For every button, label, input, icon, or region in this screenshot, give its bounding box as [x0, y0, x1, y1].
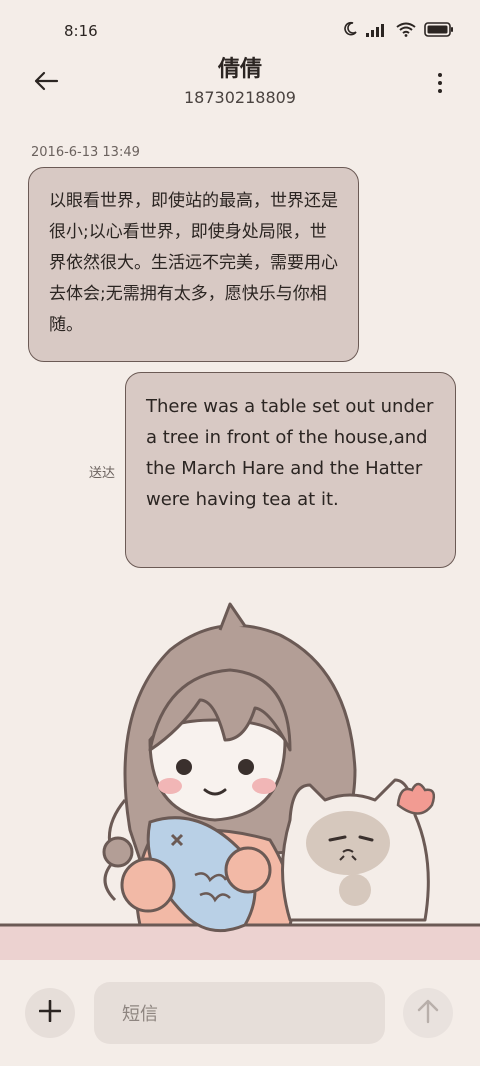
incoming-message-bubble[interactable]: 以眼看世界，即使站的最高，世界还是很小;以心看世界，即使身处局限，世界依然很大。…	[28, 167, 359, 362]
wallpaper-illustration	[0, 590, 480, 960]
attach-button[interactable]	[25, 988, 75, 1038]
contact-name: 倩倩	[217, 57, 262, 82]
conversation-header: 倩倩 18730218809	[0, 55, 480, 115]
more-options-button[interactable]	[428, 67, 452, 99]
plus-icon	[38, 999, 62, 1026]
status-bar: 8:16	[0, 0, 480, 60]
message-input[interactable]: 短信	[94, 982, 385, 1044]
wifi-icon	[396, 22, 416, 41]
signal-icon	[366, 22, 388, 41]
message-text: There was a table set out under a tree i…	[146, 396, 434, 510]
message-timestamp: 2016-6-13 13:49	[31, 145, 140, 160]
delivery-status: 送达	[89, 466, 116, 481]
outgoing-message-bubble[interactable]: There was a table set out under a tree i…	[125, 372, 456, 568]
contact-title: 倩倩 18730218809	[0, 55, 480, 111]
send-button[interactable]	[403, 988, 453, 1038]
message-input-placeholder: 短信	[122, 1004, 158, 1025]
message-text: 以眼看世界，即使站的最高，世界还是很小;以心看世界，即使身处局限，世界依然很大。…	[49, 191, 338, 335]
status-icons	[342, 21, 454, 41]
contact-number: 18730218809	[184, 88, 296, 107]
status-time: 8:16	[64, 22, 98, 40]
battery-icon	[424, 21, 454, 41]
more-vertical-icon	[438, 73, 442, 77]
moon-icon	[342, 21, 358, 41]
send-arrow-icon	[417, 998, 439, 1028]
composer-bar: 短信	[0, 960, 480, 1066]
